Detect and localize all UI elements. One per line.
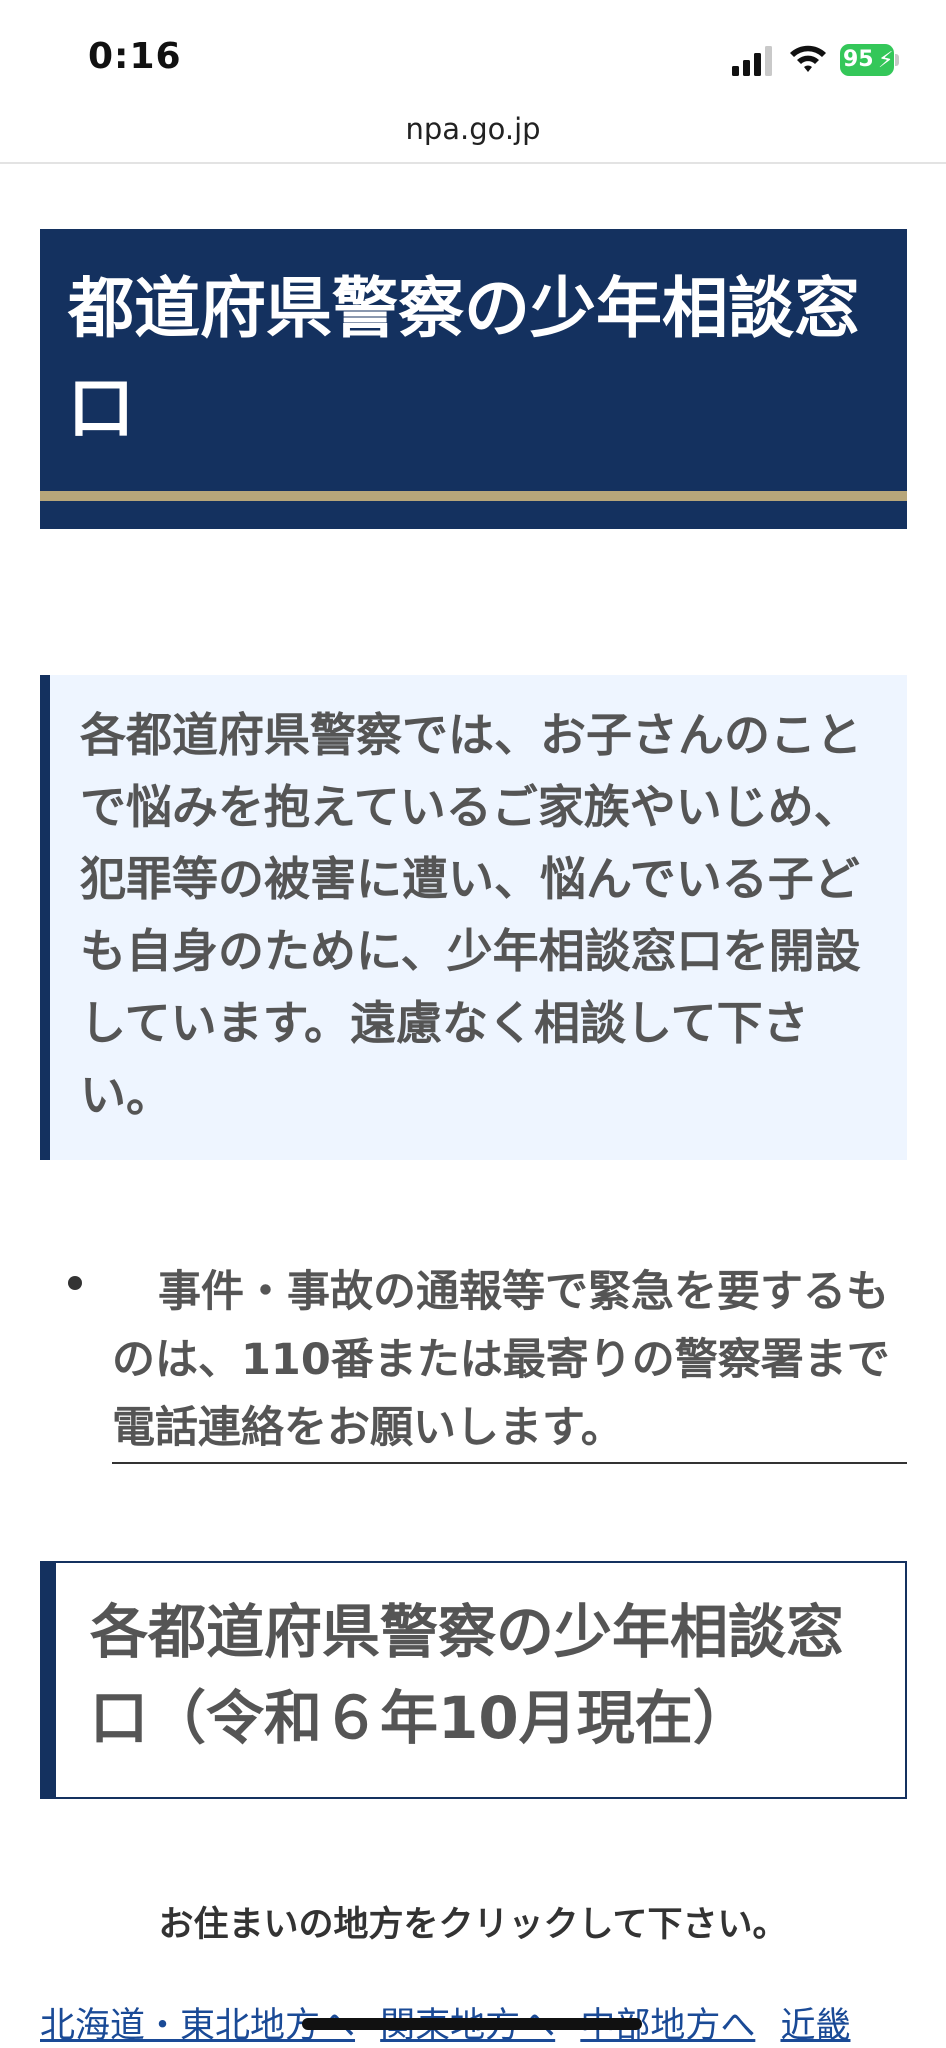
instruction-text: お住まいの地方をクリックして下さい。 [158, 1905, 788, 1945]
battery-level: 95 [843, 47, 874, 72]
signal-icon [732, 46, 772, 76]
region-link-kinki[interactable]: 近畿 [780, 2006, 850, 2046]
battery-charging-icon: 95 ⚡ [840, 44, 899, 76]
bolt-icon: ⚡ [878, 48, 894, 73]
bullet-icon [68, 1276, 82, 1290]
address-bar[interactable]: npa.go.jp [0, 112, 946, 162]
page: 0:16 95 ⚡ npa.go.jp 都道府県警察の少年相談窓口 各都道府県警… [0, 0, 946, 2048]
note-underline [112, 1462, 907, 1464]
divider [0, 162, 946, 164]
home-indicator[interactable] [302, 2018, 642, 2030]
intro-text: 各都道府県警察では、お子さんのことで悩みを抱えているご家族やいじめ、犯罪等の被害… [80, 708, 862, 1122]
section-header: 各都道府県警察の少年相談窓口（令和６年10月現在） [40, 1561, 907, 1799]
section-title: 各都道府県警察の少年相談窓口（令和６年10月現在） [90, 1598, 845, 1752]
emergency-note: 事件・事故の通報等で緊急を要するものは、110番または最寄りの警察署まで電話連絡… [112, 1267, 890, 1453]
status-time: 0:16 [88, 36, 182, 77]
status-bar: 0:16 95 ⚡ [0, 0, 946, 115]
title-banner: 都道府県警察の少年相談窓口 [40, 229, 907, 529]
intro-box: 各都道府県警察では、お子さんのことで悩みを抱えているご家族やいじめ、犯罪等の被害… [40, 675, 907, 1160]
title-stripe [40, 491, 907, 501]
url-text: npa.go.jp [405, 112, 541, 146]
page-title: 都道府県警察の少年相談窓口 [68, 270, 860, 447]
wifi-icon [790, 45, 826, 72]
